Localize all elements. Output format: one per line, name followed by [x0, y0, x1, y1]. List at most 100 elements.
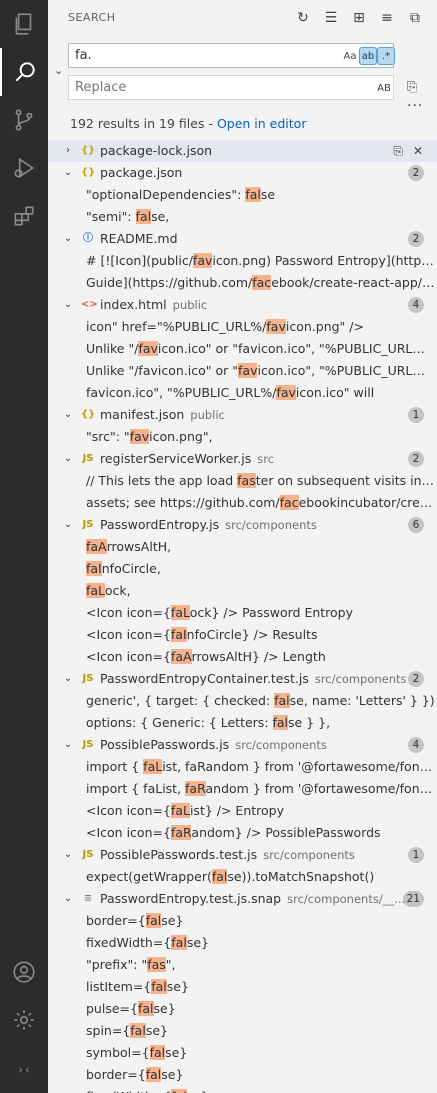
- manage-button[interactable]: [0, 996, 48, 1044]
- file-row[interactable]: ⌄ ≡ PasswordEntropy.test.js.snap src/compon…: [48, 888, 437, 910]
- file-row[interactable]: ⌄ JS registerServiceWorker.js src 2: [48, 448, 437, 470]
- file-row[interactable]: ›{} package-lock.json ⎘ ✕: [48, 140, 437, 162]
- chevron-icon[interactable]: ⌄: [62, 514, 74, 536]
- view-as-list-icon[interactable]: ≡: [379, 10, 395, 26]
- match-context: ist, faRandom } from '@fortawesome/fonta…: [162, 759, 435, 774]
- match-row[interactable]: // This lets the app load faster on subs…: [48, 470, 437, 492]
- collapse-all-icon[interactable]: ⧉: [407, 10, 423, 26]
- search-button[interactable]: [0, 48, 48, 96]
- match-text: fixedWidth={false}: [86, 1086, 435, 1093]
- file-type-icon: ⓘ: [83, 233, 93, 244]
- match-text: import { faList, faRandom } from '@forta…: [86, 756, 435, 778]
- match-row[interactable]: <Icon icon={faList} /> Entropy: [48, 800, 437, 822]
- match-row[interactable]: "semi": false,: [48, 206, 437, 228]
- chevron-icon[interactable]: ⌄: [62, 668, 74, 690]
- chevron-icon[interactable]: ⌄: [62, 404, 74, 426]
- match-row[interactable]: options: { Generic: { Letters: false } }…: [48, 712, 437, 734]
- match-row[interactable]: "prefix": "fas",: [48, 954, 437, 976]
- match-row[interactable]: <Icon icon={faInfoCircle} /> Results: [48, 624, 437, 646]
- match-row[interactable]: listItem={false}: [48, 976, 437, 998]
- match-row[interactable]: expect(getWrapper(false)).toMatchSnapsho…: [48, 866, 437, 888]
- file-name-text: package-lock.json: [100, 143, 213, 158]
- match-row[interactable]: Unlike "/favicon.ico" or "favicon.ico", …: [48, 360, 437, 382]
- whole-word-toggle[interactable]: ab: [359, 47, 377, 65]
- match-row[interactable]: fixedWidth={false}: [48, 932, 437, 954]
- match-context: ter on subsequent visits in pro: [255, 473, 435, 488]
- match-text: spin={false}: [86, 1020, 435, 1042]
- new-search-editor-icon[interactable]: ⊞: [351, 10, 367, 26]
- regex-toggle[interactable]: .*: [377, 47, 395, 65]
- match-row[interactable]: import { faList, faRandom } from '@forta…: [48, 756, 437, 778]
- replace-all-icon[interactable]: ⎘: [407, 80, 417, 95]
- file-type-icon: JS: [82, 453, 94, 464]
- match-context: Unlike "/favicon.ico" or ": [86, 363, 239, 378]
- match-row[interactable]: faArrowsAltH,: [48, 536, 437, 558]
- extensions-button[interactable]: [0, 192, 48, 240]
- chevron-icon[interactable]: ⌄: [62, 734, 74, 756]
- match-row[interactable]: assets; see https://github.com/facebooki…: [48, 492, 437, 514]
- match-context: andom } from '@fortawesome/fontawe: [205, 781, 435, 796]
- file-row[interactable]: ⌄ JS PossiblePasswords.js src/components 4: [48, 734, 437, 756]
- file-row[interactable]: ⌄ JS PasswordEntropy.js src/components 6: [48, 514, 437, 536]
- chevron-icon[interactable]: ⌄: [62, 844, 74, 866]
- preserve-case-toggle[interactable]: AB: [375, 79, 393, 97]
- file-path: src/components: [263, 848, 355, 862]
- clear-results-icon[interactable]: ☰: [323, 10, 339, 26]
- accounts-button[interactable]: [0, 948, 48, 996]
- search-input[interactable]: fa. Aa ab .*: [68, 43, 395, 68]
- match-row[interactable]: Unlike "/favicon.ico" or "favicon.ico", …: [48, 338, 437, 360]
- match-row[interactable]: "src": "favicon.png",: [48, 426, 437, 448]
- match-count-badge: 6: [408, 517, 424, 533]
- match-highlight: fal: [171, 1089, 187, 1093]
- chevron-icon[interactable]: ›: [62, 140, 74, 162]
- file-name-text: PasswordEntropyContainer.test.js: [100, 671, 309, 686]
- match-row[interactable]: faInfoCircle,: [48, 558, 437, 580]
- match-highlight: fal: [135, 209, 152, 224]
- match-row[interactable]: <Icon icon={faLock} /> Password Entropy: [48, 602, 437, 624]
- match-row[interactable]: symbol={false}: [48, 1042, 437, 1064]
- chevron-icon[interactable]: ⌄: [62, 294, 74, 316]
- match-row[interactable]: border={false}: [48, 1064, 437, 1086]
- match-context: ock} /> Password Entropy: [189, 605, 354, 620]
- match-row[interactable]: Guide](https://github.com/facebook/creat…: [48, 272, 437, 294]
- explorer-button[interactable]: [0, 0, 48, 48]
- replace-in-file-icon[interactable]: ⎘: [393, 140, 403, 162]
- run-debug-button[interactable]: [0, 144, 48, 192]
- match-row[interactable]: generic', { target: { checked: false, na…: [48, 690, 437, 712]
- match-text: listItem={false}: [86, 976, 435, 998]
- source-control-button[interactable]: [0, 96, 48, 144]
- match-row[interactable]: <Icon icon={faRandom} /> PossiblePasswor…: [48, 822, 437, 844]
- match-row[interactable]: # [![Icon](public/favicon.png) Password …: [48, 250, 437, 272]
- match-row[interactable]: border={false}: [48, 910, 437, 932]
- file-row[interactable]: ⌄ {} manifest.json public 1: [48, 404, 437, 426]
- match-row[interactable]: <Icon icon={faArrowsAltH} /> Length: [48, 646, 437, 668]
- match-context: se: [260, 187, 276, 202]
- file-row[interactable]: ⌄ JS PossiblePasswords.test.js src/componen…: [48, 844, 437, 866]
- match-row[interactable]: favicon.ico", "%PUBLIC_URL%/favicon.ico"…: [48, 382, 437, 404]
- refresh-icon[interactable]: ↻: [295, 10, 311, 26]
- chevron-icon[interactable]: ⌄: [62, 162, 74, 184]
- chevron-icon[interactable]: ⌄: [62, 228, 74, 250]
- match-row[interactable]: import { faList, faRandom } from '@forta…: [48, 778, 437, 800]
- replace-input[interactable]: Replace AB: [68, 75, 394, 100]
- dismiss-icon[interactable]: ✕: [413, 140, 423, 162]
- file-row[interactable]: ⌄ {} package.json 2: [48, 162, 437, 184]
- match-row[interactable]: fixedWidth={false}: [48, 1086, 437, 1093]
- open-in-editor-link[interactable]: Open in editor: [217, 116, 307, 131]
- match-row[interactable]: icon" href="%PUBLIC_URL%/favicon.png" />: [48, 316, 437, 338]
- more-options-icon[interactable]: ···: [407, 98, 423, 114]
- remote-button[interactable]: [0, 1048, 48, 1092]
- match-row[interactable]: pulse={false}: [48, 998, 437, 1020]
- file-row[interactable]: ⌄ ⓘ README.md 2: [48, 228, 437, 250]
- match-row[interactable]: faLock,: [48, 580, 437, 602]
- match-row[interactable]: spin={false}: [48, 1020, 437, 1042]
- file-row[interactable]: ⌄ JS PasswordEntropyContainer.test.js src/c…: [48, 668, 437, 690]
- match-highlight: fal: [130, 1023, 146, 1038]
- match-row[interactable]: "optionalDependencies": false: [48, 184, 437, 206]
- match-context: "src": ": [86, 429, 130, 444]
- chevron-icon[interactable]: ⌄: [62, 888, 74, 910]
- match-case-toggle[interactable]: Aa: [341, 47, 359, 65]
- toggle-replace-chevron-icon[interactable]: ⌄: [54, 64, 63, 77]
- chevron-icon[interactable]: ⌄: [62, 448, 74, 470]
- file-row[interactable]: ⌄ <> index.html public 4: [48, 294, 437, 316]
